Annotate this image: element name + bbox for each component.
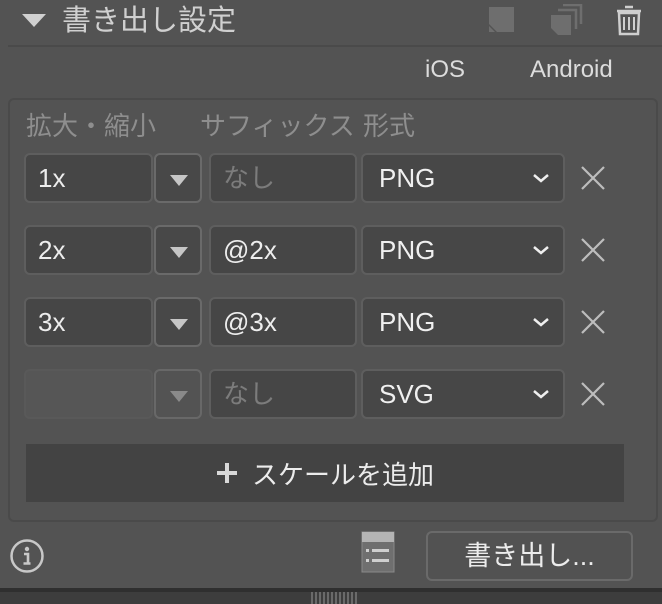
export-single-icon[interactable]: [487, 4, 517, 34]
preset-ios-button[interactable]: iOS: [425, 56, 465, 84]
format-select[interactable]: SVG: [361, 369, 565, 419]
remove-row-icon[interactable]: [578, 307, 608, 337]
add-scale-label: スケールを追加: [251, 459, 434, 490]
column-header-scale: 拡大・縮小: [26, 111, 157, 141]
suffix-input[interactable]: @3x: [209, 297, 357, 347]
scale-dropdown-button[interactable]: [154, 297, 202, 347]
triangle-down-icon: [170, 175, 188, 186]
resize-grip-handle[interactable]: [311, 592, 359, 604]
collapse-triangle-icon[interactable]: [22, 14, 46, 27]
info-icon[interactable]: [9, 538, 45, 574]
column-header-suffix: サフィックス: [200, 111, 355, 141]
format-value: PNG: [379, 307, 436, 337]
scale-input[interactable]: 2x: [24, 225, 153, 275]
trash-icon[interactable]: [614, 4, 644, 36]
export-multiple-icon[interactable]: [549, 4, 583, 36]
scale-input[interactable]: 3x: [24, 297, 153, 347]
format-select[interactable]: PNG: [361, 225, 565, 275]
preset-android-button[interactable]: Android: [530, 56, 613, 84]
remove-row-icon[interactable]: [578, 235, 608, 265]
format-value: PNG: [379, 235, 436, 265]
scale-dropdown-button[interactable]: [154, 153, 202, 203]
chevron-down-icon: [533, 174, 549, 183]
section-title: 書き出し設定: [62, 5, 237, 37]
add-scale-button[interactable]: スケールを追加: [26, 444, 624, 502]
triangle-down-icon: [170, 391, 188, 402]
chevron-down-icon: [533, 390, 549, 399]
format-select[interactable]: PNG: [361, 153, 565, 203]
list-panel-icon[interactable]: [361, 531, 395, 573]
scale-dropdown-button: [154, 369, 202, 419]
triangle-down-icon: [170, 247, 188, 258]
scale-input[interactable]: 1x: [24, 153, 153, 203]
suffix-input[interactable]: @2x: [209, 225, 357, 275]
scale-input: [24, 369, 153, 419]
format-select[interactable]: PNG: [361, 297, 565, 347]
export-button[interactable]: 書き出し...: [426, 531, 633, 581]
resize-bar: [0, 588, 662, 604]
format-value: SVG: [379, 379, 434, 409]
suffix-input[interactable]: なし: [209, 153, 357, 203]
remove-row-icon[interactable]: [578, 163, 608, 193]
chevron-down-icon: [533, 246, 549, 255]
scale-dropdown-button[interactable]: [154, 225, 202, 275]
remove-row-icon[interactable]: [578, 379, 608, 409]
plus-icon: [216, 463, 237, 483]
triangle-down-icon: [170, 319, 188, 330]
column-header-format: 形式: [363, 111, 416, 141]
header-divider: [8, 45, 662, 47]
chevron-down-icon: [533, 318, 549, 327]
suffix-input[interactable]: なし: [209, 369, 357, 419]
format-value: PNG: [379, 163, 436, 193]
